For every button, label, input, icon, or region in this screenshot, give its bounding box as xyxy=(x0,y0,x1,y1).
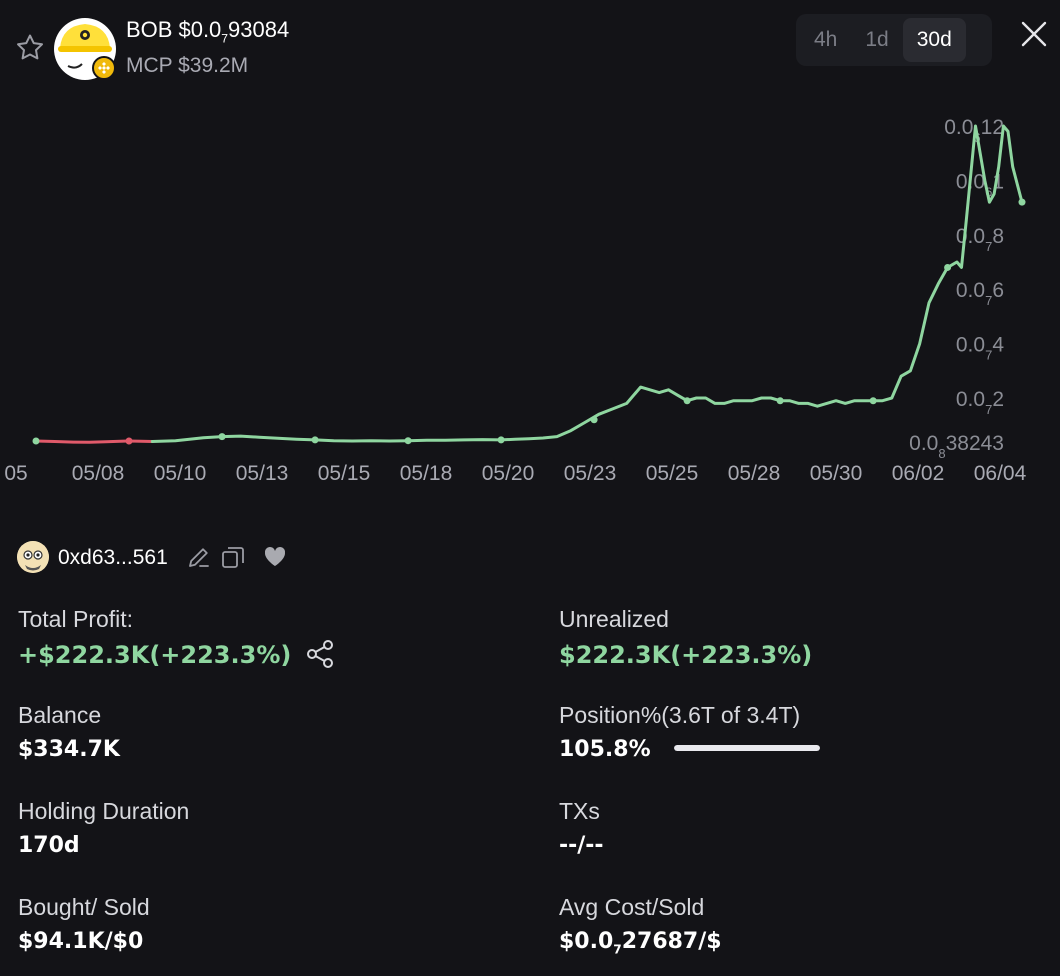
y-min-label: 0.0838243 xyxy=(909,432,1004,461)
x-tick-label: 05/15 xyxy=(318,462,371,485)
price-point xyxy=(944,263,952,271)
unrealized-value: $222.3K(+223.3%) xyxy=(559,641,813,669)
wallet-address: 0xd63...561 xyxy=(58,546,168,569)
position-label: Position%(3.6T of 3.4T) xyxy=(559,702,801,728)
market-cap: MCP $39.2M xyxy=(126,54,249,77)
avg-cost-value: $0.0727687/$ xyxy=(559,929,722,957)
txs-label: TXs xyxy=(559,798,600,824)
price-point xyxy=(1018,198,1026,206)
price-point xyxy=(869,397,877,405)
edit-pencil-icon[interactable] xyxy=(186,544,212,570)
bnb-chain-icon xyxy=(92,56,116,80)
x-tick-label: 05/30 xyxy=(810,462,863,485)
copy-icon[interactable] xyxy=(220,544,246,570)
unrealized-label: Unrealized xyxy=(559,606,669,632)
x-tick-label: 05/25 xyxy=(646,462,699,485)
x-tick-label: 05/13 xyxy=(236,462,289,485)
y-tick-label: 0.072 xyxy=(956,388,1004,417)
holding-duration-value: 170d xyxy=(18,833,80,858)
price-point xyxy=(32,437,40,445)
x-tick-label: 05 xyxy=(4,462,27,485)
avg-cost-label: Avg Cost/Sold xyxy=(559,894,705,920)
x-tick-label: 05/20 xyxy=(482,462,535,485)
timeframe-selector: 4h 1d 30d xyxy=(796,14,992,66)
holding-duration-label: Holding Duration xyxy=(18,798,190,824)
timeframe-30d-button[interactable]: 30d xyxy=(902,18,966,62)
y-tick-label: 0.076 xyxy=(956,279,1004,308)
bought-sold-label: Bought/ Sold xyxy=(18,894,150,920)
y-tick-label: 0.074 xyxy=(956,334,1004,363)
price-chart[interactable]: 0.0612 0.061 0.078 0.076 0.074 0.072 0.0838243… xyxy=(0,100,1060,500)
position-progress-fill xyxy=(674,745,820,751)
wallet-avatar xyxy=(17,541,49,573)
price-line-up xyxy=(150,124,1024,443)
total-profit-value: +$222.3K(+223.3%) xyxy=(18,641,292,669)
token-title: BOB $0.0793084 xyxy=(126,17,290,46)
share-icon[interactable] xyxy=(304,638,336,670)
txs-value: --/-- xyxy=(559,833,604,858)
x-tick-label: 06/02 xyxy=(892,462,945,485)
x-tick-label: 05/28 xyxy=(728,462,781,485)
price-point xyxy=(683,397,691,405)
total-profit-label: Total Profit: xyxy=(18,606,134,632)
price-point xyxy=(776,397,784,405)
x-tick-label: 05/08 xyxy=(72,462,125,485)
close-icon[interactable] xyxy=(1018,18,1050,50)
favorite-star-icon[interactable] xyxy=(14,32,46,64)
price-point xyxy=(125,437,133,445)
price-point xyxy=(404,437,412,445)
x-tick-label: 05/23 xyxy=(564,462,617,485)
x-tick-label: 06/04 xyxy=(974,462,1027,485)
balance-value: $334.7K xyxy=(18,737,120,762)
price-point xyxy=(218,433,226,441)
position-progress-bar xyxy=(674,745,820,751)
bought-sold-value: $94.1K/$0 xyxy=(18,929,144,954)
position-value: 105.8% xyxy=(559,737,651,762)
x-tick-label: 05/10 xyxy=(154,462,207,485)
price-line-down xyxy=(34,439,154,444)
x-tick-label: 05/18 xyxy=(400,462,453,485)
token-price: $0.0793084 xyxy=(178,17,290,46)
heart-icon[interactable] xyxy=(262,544,288,570)
price-point xyxy=(311,436,319,444)
token-symbol: BOB xyxy=(126,17,173,42)
price-point xyxy=(497,436,505,444)
price-point xyxy=(590,416,598,424)
balance-label: Balance xyxy=(18,702,102,728)
timeframe-4h-button[interactable]: 4h xyxy=(800,18,851,62)
timeframe-1d-button[interactable]: 1d xyxy=(851,18,902,62)
